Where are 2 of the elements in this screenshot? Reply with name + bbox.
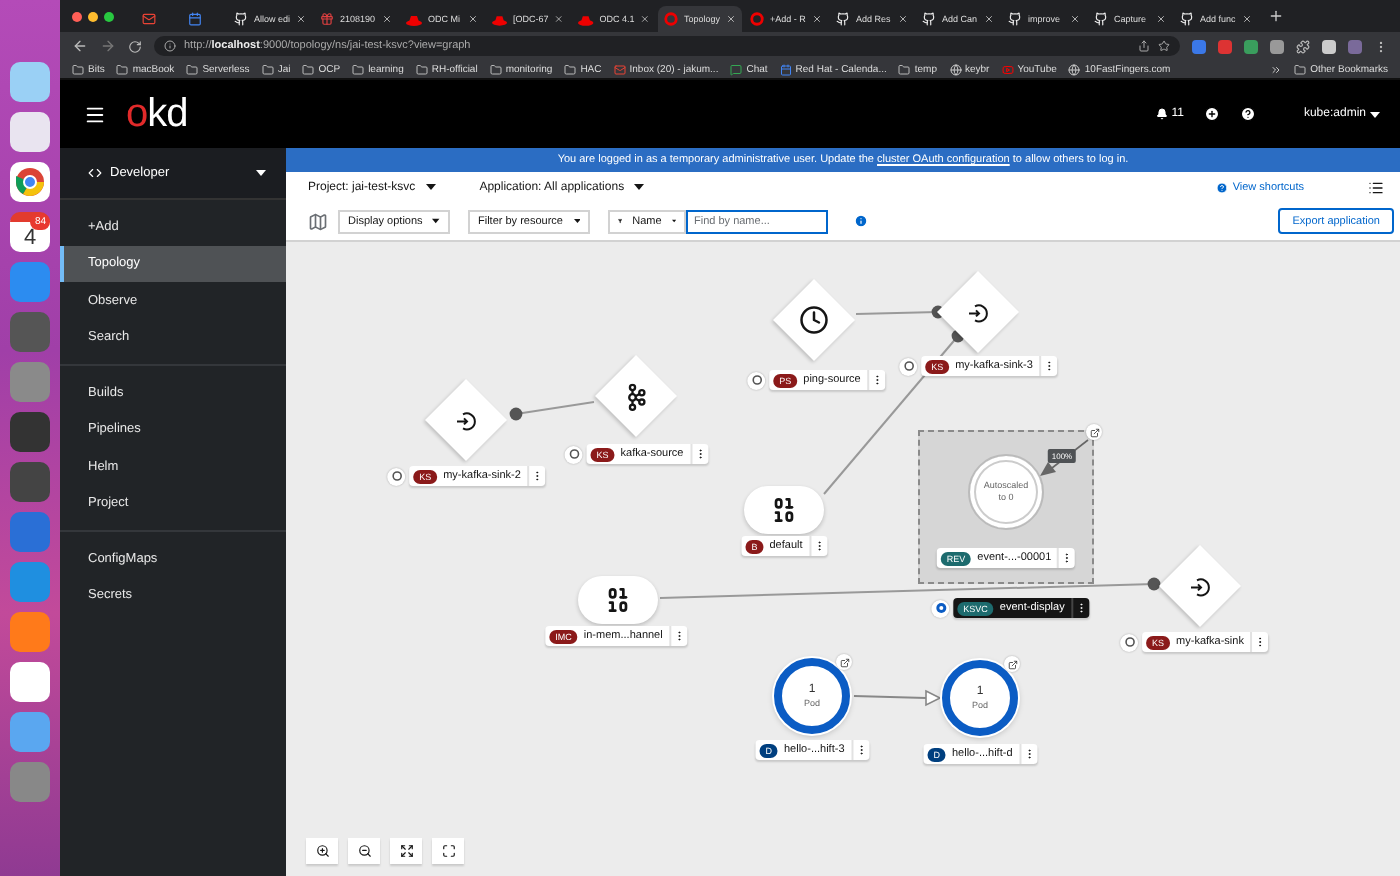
calendar-day: 4 xyxy=(23,224,37,252)
okd-logo[interactable]: okd xyxy=(126,91,188,137)
